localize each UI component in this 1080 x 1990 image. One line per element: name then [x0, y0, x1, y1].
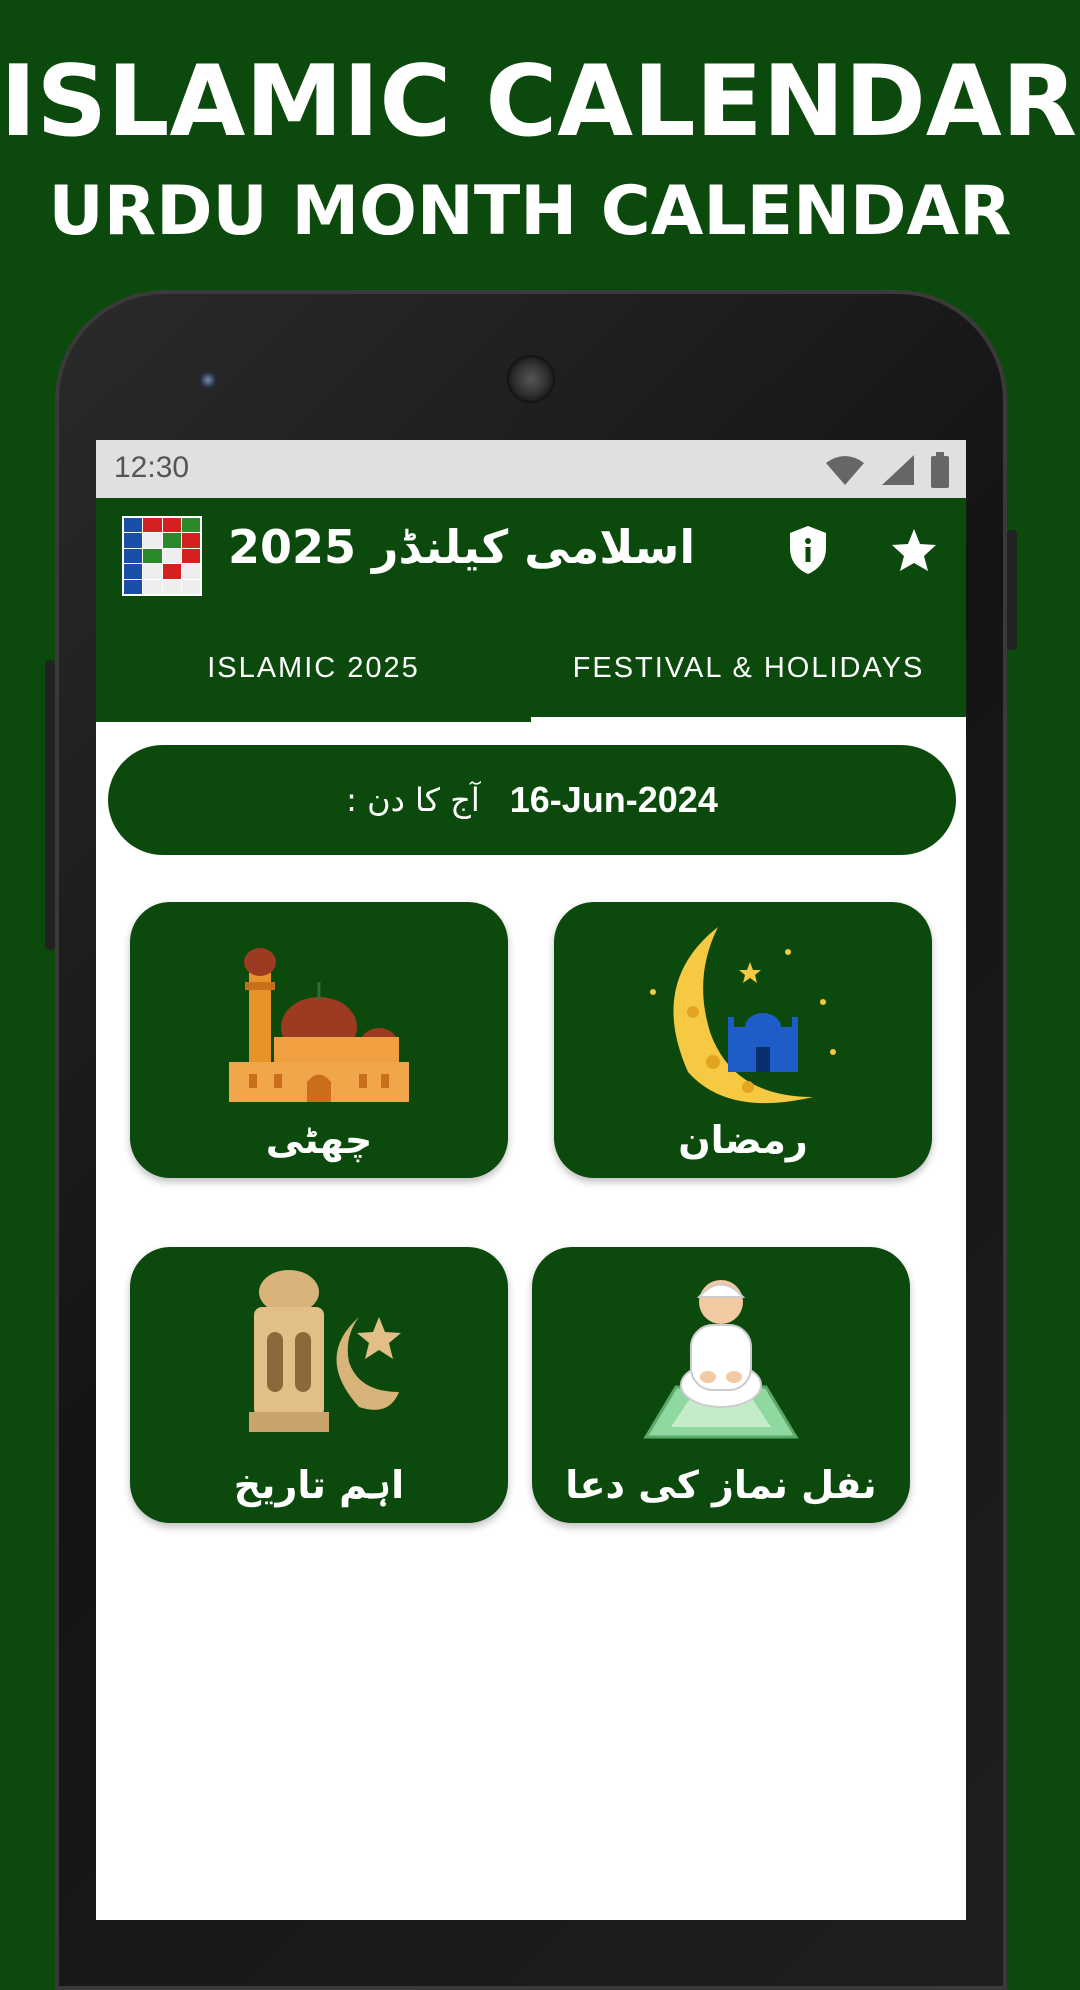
phone-camera — [200, 372, 216, 388]
card-important-dates[interactable]: اہم تاریخ — [130, 1247, 508, 1523]
card-label: رمضان — [678, 1118, 808, 1162]
tab-islamic-2025[interactable]: ISLAMIC 2025 — [96, 602, 531, 722]
lantern-crescent-star-icon — [249, 1270, 401, 1432]
status-time: 12:30 — [114, 451, 190, 484]
card-ramadan[interactable]: رمضان — [554, 902, 932, 1178]
phone-sensor — [830, 373, 844, 387]
cell-signal-icon — [882, 455, 914, 485]
tab-bar: ISLAMIC 2025 FESTIVAL & HOLIDAYS — [96, 602, 966, 722]
crescent-moon-mosque-icon — [650, 927, 836, 1104]
promo-subtitle: URDU MONTH CALENDAR — [48, 172, 1012, 251]
app-logo — [122, 516, 202, 596]
today-date-banner: آج کا دن : 16-Jun-2024 — [108, 745, 956, 855]
app-title: اسلامی کیلنڈر 2025 — [228, 520, 696, 574]
card-nafl-prayer[interactable]: نفل نماز کی دعا — [532, 1247, 910, 1523]
phone-speaker — [507, 355, 555, 403]
app-bar: اسلامی کیلنڈر 2025 — [96, 498, 966, 602]
praying-man-icon — [643, 1280, 799, 1439]
promo-title: ISLAMIC CALENDAR — [0, 45, 1078, 159]
card-holidays[interactable]: چھٹی — [130, 902, 508, 1178]
battery-icon — [931, 452, 949, 488]
card-label: نفل نماز کی دعا — [565, 1463, 877, 1507]
phone-side-button — [45, 660, 55, 950]
today-label: آج کا دن : — [346, 781, 480, 819]
mosque-icon — [229, 948, 409, 1102]
star-icon — [892, 529, 936, 571]
card-label: اہم تاریخ — [233, 1463, 405, 1507]
app-screen: 12:30 اسلامی کیلنڈر 2025 ISLAMIC 2025 FE… — [96, 440, 966, 1920]
card-label: چھٹی — [265, 1118, 373, 1162]
phone-side-button — [1007, 530, 1017, 650]
favorite-button[interactable] — [888, 524, 940, 576]
privacy-shield-button[interactable] — [782, 524, 834, 576]
privacy-shield-icon — [790, 526, 826, 574]
phone-sensor — [858, 373, 872, 387]
tab-festival-holidays[interactable]: FESTIVAL & HOLIDAYS — [531, 602, 966, 722]
wifi-icon — [826, 456, 864, 485]
status-bar: 12:30 — [96, 440, 966, 498]
today-date: 16-Jun-2024 — [509, 779, 718, 820]
